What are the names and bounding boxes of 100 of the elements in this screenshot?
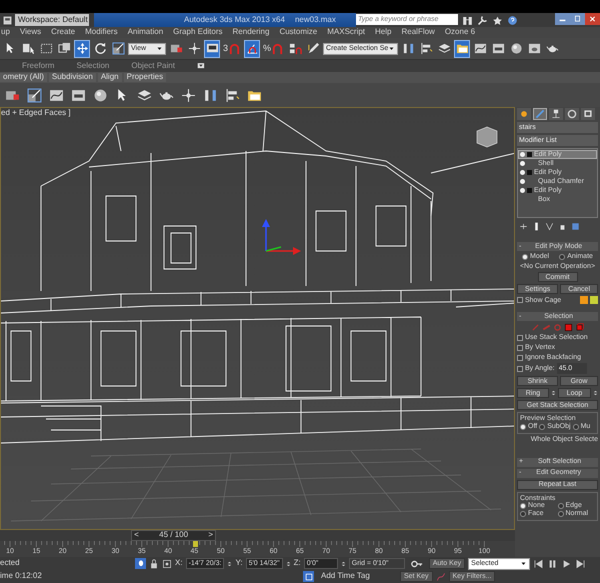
move-icon (76, 42, 88, 55)
save-icon (2, 14, 13, 26)
tool-button[interactable] (204, 40, 220, 58)
time-tag-button[interactable] (303, 571, 314, 582)
caret-icon (388, 45, 396, 52)
bar-icon (532, 222, 541, 230)
help-icon (507, 14, 518, 26)
mirror-icon (402, 42, 415, 55)
menu-item[interactable]: Graph Editors (173, 28, 223, 37)
sphere-icon (510, 42, 523, 55)
viewport-label[interactable]: ed + Edged Faces ] (1, 109, 71, 118)
color-swatch[interactable] (580, 296, 588, 304)
schematic-window-icon (71, 88, 86, 102)
axis-label: Y: (235, 559, 243, 568)
caret-icon (156, 45, 163, 52)
close-icon[interactable] (587, 14, 598, 24)
viewport[interactable]: ed + Edged Faces ] (0, 107, 515, 530)
align-icon (225, 88, 240, 102)
axis-label: X: (175, 559, 183, 568)
radio-dot[interactable] (559, 254, 566, 260)
pencil-icon (306, 42, 320, 55)
ribbon-tab[interactable]: Selection (76, 62, 110, 70)
menu-item[interactable]: MAXScript (327, 28, 366, 37)
radio-dot[interactable] (520, 503, 526, 510)
wrench-icon (477, 14, 488, 26)
panel-tab[interactable] (565, 108, 579, 120)
axis-label: Z: (294, 559, 301, 568)
tool-button[interactable] (110, 40, 126, 58)
selection-lock-button[interactable] (135, 558, 146, 569)
slider-arrow[interactable]: < (134, 531, 139, 540)
snap-label: 3 (223, 44, 228, 54)
panel-tab[interactable] (517, 108, 531, 120)
maximize-icon[interactable] (572, 14, 583, 24)
menu-item[interactable]: Ozone 6 (444, 28, 476, 37)
tool-button[interactable]: 3 (222, 40, 242, 58)
circle-icon (567, 109, 577, 119)
ribbon-tab[interactable]: Freeform (22, 62, 54, 70)
layers-icon (438, 42, 451, 55)
curve-window-icon (474, 42, 487, 55)
tool-button[interactable] (74, 40, 90, 58)
menu-item[interactable]: Animation (128, 28, 164, 37)
menu-item[interactable]: Rendering (232, 28, 270, 37)
radio-dot[interactable] (520, 510, 526, 517)
tool-button[interactable] (454, 40, 470, 58)
menu-item[interactable]: Create (51, 28, 76, 37)
align-icon (420, 42, 433, 55)
dashed-rectangle-icon (40, 42, 52, 55)
radio-dot[interactable] (539, 424, 546, 430)
add-time-tag-text[interactable]: Add Time Tag (317, 572, 397, 581)
menu-item[interactable]: Views (20, 28, 42, 37)
radio-dot[interactable] (522, 254, 528, 260)
panel-tab[interactable] (581, 108, 595, 120)
rotate-icon (94, 42, 106, 55)
checkbox[interactable] (517, 366, 523, 372)
tool-button[interactable] (180, 86, 197, 104)
checkbox[interactable] (517, 335, 523, 342)
file-name: new03.max (294, 16, 336, 24)
absolute-mode-icon (162, 558, 172, 568)
layers-icon (137, 88, 152, 102)
ribbon-tab[interactable]: Object Paint (131, 62, 175, 70)
monitor-icon (206, 42, 218, 55)
ribbon-panel-tab[interactable]: Align (98, 73, 122, 82)
pause-icon (547, 558, 558, 568)
ribbon-panel-tab[interactable]: Subdivision (48, 73, 96, 82)
radio-dot[interactable] (520, 424, 526, 430)
radio-dot[interactable] (572, 424, 579, 430)
menu-item[interactable]: Customize (279, 28, 318, 37)
ribbon-panel-tab[interactable]: ometry (All) (0, 73, 47, 82)
menu-item[interactable]: Help (375, 28, 392, 37)
radio-dot[interactable] (558, 510, 564, 517)
ribbon-panel-tab[interactable]: Properties (124, 73, 166, 82)
go-to-start-icon (533, 558, 544, 568)
pin-icon (519, 222, 528, 230)
hierarchy-icon (551, 109, 561, 119)
select-list-icon (22, 42, 34, 55)
polygon-icon[interactable] (564, 323, 573, 332)
radio-dot[interactable] (558, 503, 564, 510)
star-icon (492, 14, 503, 26)
viewcube-icon[interactable] (476, 126, 498, 148)
tool-button[interactable] (224, 86, 241, 104)
tool-button[interactable] (244, 40, 260, 58)
workspace-dropdown[interactable]: Workspace: Default (15, 14, 89, 26)
tool-button[interactable] (26, 86, 43, 104)
timeline-thumb[interactable] (193, 541, 198, 547)
panel-tab[interactable] (549, 108, 563, 120)
time-slider[interactable]: < 45 / 100 > (131, 530, 216, 541)
checkbox[interactable] (517, 297, 523, 304)
checkbox[interactable] (517, 344, 523, 351)
menu-item[interactable]: up (1, 28, 10, 37)
menu-item[interactable]: Modifiers (85, 28, 118, 37)
curve-window-icon (49, 88, 64, 102)
element-icon[interactable] (575, 323, 584, 332)
crosshair-icon (188, 42, 200, 55)
tool-button[interactable]: % (262, 40, 286, 58)
mirror-icon (203, 88, 218, 102)
slider-arrow[interactable]: > (208, 531, 214, 540)
color-swatch[interactable] (590, 296, 598, 304)
checkbox[interactable] (517, 354, 523, 361)
menu-item[interactable]: RealFlow (401, 28, 435, 37)
curve-icon (436, 572, 446, 582)
